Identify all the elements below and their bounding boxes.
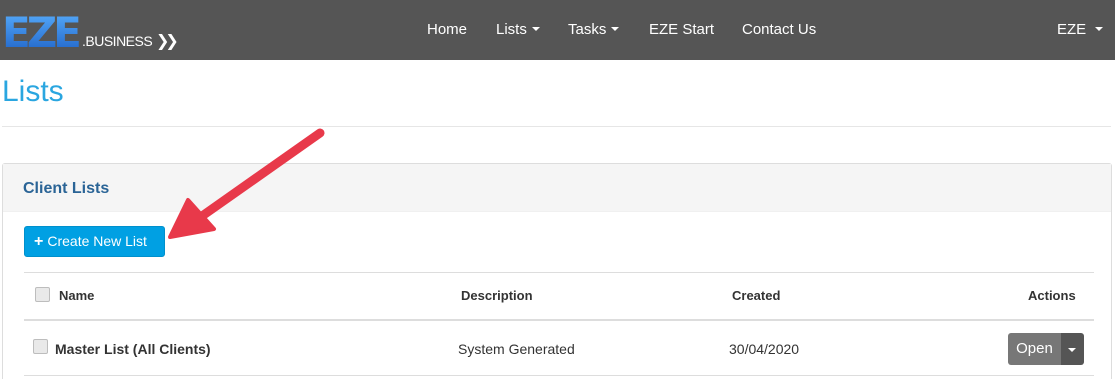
nav-home[interactable]: Home (427, 21, 467, 39)
nav-lists-label: Lists (496, 21, 527, 38)
create-new-list-label: Create New List (47, 233, 147, 249)
chevron-down-icon (1068, 348, 1076, 352)
panel-title: Client Lists (23, 180, 110, 197)
chevron-down-icon (531, 27, 540, 32)
logo-mark: EZE (2, 10, 83, 52)
column-header-name[interactable]: Name (59, 288, 94, 303)
column-header-description[interactable]: Description (461, 288, 533, 303)
column-header-created[interactable]: Created (732, 288, 780, 303)
chevron-down-icon (611, 27, 620, 32)
open-button[interactable]: Open (1008, 333, 1061, 365)
plus-icon: + (34, 233, 44, 250)
nav-user-label: EZE (1057, 21, 1087, 38)
nav-user-menu[interactable]: EZE (1057, 21, 1104, 39)
eze-business-logo[interactable]: EZE .BUSINESS ❯❯ (2, 10, 179, 52)
nav-tasks-label: Tasks (568, 21, 607, 38)
row-description: System Generated (458, 341, 575, 357)
panel-heading: Client Lists (3, 164, 1111, 212)
create-new-list-button[interactable]: + Create New List (24, 226, 165, 257)
divider (2, 126, 1111, 127)
chevron-down-icon (1095, 27, 1104, 32)
table-row-divider (24, 375, 1094, 376)
nav-contact-us[interactable]: Contact Us (742, 21, 816, 39)
logo-business-text: .BUSINESS (82, 33, 153, 49)
row-name[interactable]: Master List (All Clients) (55, 341, 211, 357)
table-top-divider (24, 272, 1094, 273)
svg-text:EZE: EZE (2, 10, 79, 52)
row-created: 30/04/2020 (729, 341, 800, 357)
page-title: Lists (2, 75, 64, 108)
nav-tasks[interactable]: Tasks (568, 21, 620, 39)
row-checkbox[interactable] (33, 339, 48, 354)
select-all-checkbox[interactable] (35, 287, 50, 302)
column-header-actions: Actions (1028, 288, 1076, 303)
table-header-divider (24, 319, 1094, 321)
nav-eze-start[interactable]: EZE Start (649, 21, 714, 39)
logo-arrows-icon: ❯❯ (156, 33, 179, 50)
client-lists-panel: Client Lists + Create New List Name Descr… (2, 163, 1112, 379)
nav-lists[interactable]: Lists (496, 21, 540, 39)
open-dropdown-toggle[interactable] (1061, 333, 1084, 365)
top-navbar: EZE .BUSINESS ❯❯ Home Lists Tasks EZE St… (0, 0, 1115, 60)
